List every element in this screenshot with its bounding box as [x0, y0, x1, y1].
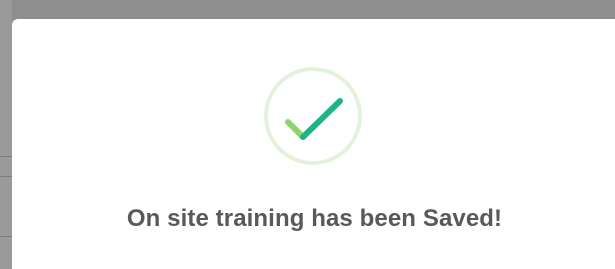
backdrop-divider	[0, 176, 12, 177]
success-message: On site training has been Saved!	[126, 205, 503, 232]
success-checkmark-icon	[264, 67, 362, 165]
backdrop-divider	[0, 156, 12, 157]
success-dialog: On site training has been Saved!	[12, 19, 615, 269]
backdrop-divider	[0, 236, 12, 237]
page-backdrop	[0, 0, 12, 269]
